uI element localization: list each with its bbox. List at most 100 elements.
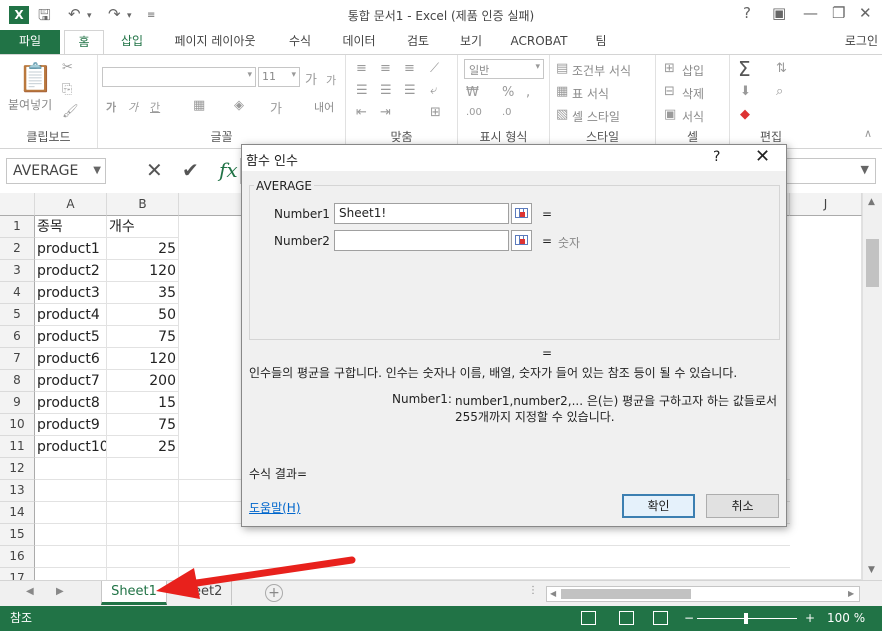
- tab-view[interactable]: 보기: [451, 30, 491, 54]
- find-select-icon[interactable]: ⌕: [776, 84, 783, 99]
- collapse-ribbon-icon[interactable]: ∧: [864, 127, 872, 140]
- empty-cell[interactable]: [35, 502, 107, 524]
- cell-style-label[interactable]: 셀 스타일: [572, 108, 620, 125]
- font-color-icon[interactable]: 가: [270, 98, 282, 117]
- row-header[interactable]: 11: [0, 436, 35, 458]
- zoom-out-icon[interactable]: −: [684, 606, 694, 631]
- vertical-scrollbar[interactable]: ▲ ▼: [862, 193, 882, 580]
- close-window-icon[interactable]: ✕: [859, 4, 872, 22]
- row-header[interactable]: 4: [0, 282, 35, 304]
- login-link[interactable]: 로그인: [845, 30, 878, 52]
- cell-b[interactable]: 120: [107, 348, 179, 370]
- cell-b[interactable]: 75: [107, 326, 179, 348]
- cell-a[interactable]: product1: [35, 238, 107, 260]
- cell-a[interactable]: product9: [35, 414, 107, 436]
- increase-indent-icon[interactable]: ⇥: [380, 105, 391, 120]
- paste-label[interactable]: 붙여넣기: [8, 96, 52, 113]
- tab-insert[interactable]: 삽입: [112, 30, 152, 54]
- empty-cell[interactable]: [107, 480, 179, 502]
- italic-icon[interactable]: 가: [128, 99, 138, 115]
- autosum-icon[interactable]: Σ: [738, 57, 751, 81]
- zoom-level[interactable]: 100 %: [827, 606, 865, 631]
- font-name-combo[interactable]: ▾: [102, 67, 256, 87]
- cell-b[interactable]: 200: [107, 370, 179, 392]
- wrap-text-icon[interactable]: ⤶: [430, 83, 437, 98]
- delete-cells-label[interactable]: 삭제: [682, 85, 704, 102]
- page-layout-view-icon[interactable]: [619, 611, 634, 625]
- more-options-icon[interactable]: ⋮: [528, 585, 538, 596]
- tab-home[interactable]: 홈: [64, 30, 104, 54]
- empty-cell[interactable]: [107, 502, 179, 524]
- dialog-close-button[interactable]: ✕: [755, 146, 770, 167]
- sheet-tab-sheet1[interactable]: Sheet1: [101, 581, 167, 605]
- tab-team[interactable]: 팀: [586, 30, 616, 54]
- cell-b[interactable]: 120: [107, 260, 179, 282]
- comma-icon[interactable]: ,: [526, 85, 530, 100]
- underline-icon[interactable]: 간: [150, 99, 160, 115]
- cell-a[interactable]: product6: [35, 348, 107, 370]
- tab-review[interactable]: 검토: [398, 30, 438, 54]
- row-header[interactable]: 3: [0, 260, 35, 282]
- help-link[interactable]: 도움말(H): [249, 499, 301, 516]
- bold-icon[interactable]: 가: [106, 99, 116, 115]
- scroll-right-icon[interactable]: ▶: [848, 589, 854, 598]
- empty-cell[interactable]: [35, 524, 107, 546]
- cut-icon[interactable]: ✂: [62, 60, 73, 75]
- tab-acrobat[interactable]: ACROBAT: [506, 30, 572, 54]
- decrease-decimal-icon[interactable]: .0: [502, 107, 512, 118]
- font-size-combo[interactable]: 11 ▾: [258, 67, 300, 87]
- tab-data[interactable]: 데이터: [337, 30, 381, 54]
- dialog-title-bar[interactable]: 함수 인수 ? ✕: [242, 145, 786, 171]
- cell-b[interactable]: 25: [107, 436, 179, 458]
- insert-cells-label[interactable]: 삽입: [682, 62, 704, 79]
- cell-style-icon[interactable]: ▧: [556, 107, 568, 122]
- cell-a[interactable]: product7: [35, 370, 107, 392]
- fill-icon[interactable]: ⬇: [740, 84, 751, 99]
- table-format-label[interactable]: 표 서식: [572, 85, 609, 102]
- cell-a[interactable]: product8: [35, 392, 107, 414]
- wrap-label[interactable]: 내어: [314, 99, 334, 115]
- paste-icon[interactable]: 📋: [18, 61, 53, 94]
- dialog-help-button[interactable]: ?: [713, 149, 720, 165]
- row-header[interactable]: 2: [0, 238, 35, 260]
- ok-button[interactable]: 확인: [622, 494, 695, 518]
- zoom-in-icon[interactable]: +: [805, 606, 815, 631]
- row-header[interactable]: 16: [0, 546, 35, 568]
- cell-a[interactable]: product2: [35, 260, 107, 282]
- align-bottom-icon[interactable]: ≡: [404, 61, 415, 76]
- empty-cell[interactable]: [107, 546, 179, 568]
- vertical-scroll-thumb[interactable]: [866, 239, 879, 287]
- grow-font-icon[interactable]: 가: [305, 69, 317, 88]
- next-sheet-icon[interactable]: ▶: [56, 586, 64, 597]
- currency-icon[interactable]: ₩: [466, 85, 479, 100]
- insert-cells-icon[interactable]: ⊞: [664, 61, 675, 76]
- row-header[interactable]: 9: [0, 392, 35, 414]
- cancel-button[interactable]: 취소: [706, 494, 779, 518]
- normal-view-icon[interactable]: [581, 611, 596, 625]
- format-painter-icon[interactable]: 🖌: [62, 104, 79, 119]
- scroll-up-icon[interactable]: ▲: [868, 197, 875, 207]
- number2-collapse-icon[interactable]: [511, 230, 532, 251]
- column-header[interactable]: B: [107, 193, 179, 216]
- tab-page-layout[interactable]: 페이지 레이아웃: [165, 30, 265, 54]
- align-left-icon[interactable]: ☰: [356, 83, 368, 98]
- conditional-format-label[interactable]: 조건부 서식: [572, 62, 631, 79]
- cell-b1[interactable]: 개수: [107, 216, 179, 238]
- copy-icon[interactable]: ⎘: [62, 82, 72, 97]
- number-format-combo[interactable]: 일반 ▾: [464, 59, 544, 79]
- conditional-format-icon[interactable]: ▤: [556, 61, 568, 76]
- clear-icon[interactable]: ◆: [740, 107, 750, 122]
- border-icon[interactable]: ▦: [193, 98, 205, 113]
- cell-a[interactable]: product10: [35, 436, 107, 458]
- minimize-icon[interactable]: —: [803, 4, 818, 22]
- help-button[interactable]: ?: [743, 4, 751, 22]
- table-format-icon[interactable]: ▦: [556, 84, 568, 99]
- cell-b[interactable]: 50: [107, 304, 179, 326]
- confirm-entry-icon[interactable]: ✔: [182, 158, 199, 182]
- cell-b[interactable]: 15: [107, 392, 179, 414]
- orientation-icon[interactable]: ⟋: [430, 61, 439, 76]
- expand-formula-icon[interactable]: ▼: [861, 163, 869, 176]
- align-top-icon[interactable]: ≡: [356, 61, 367, 76]
- row-header[interactable]: 17: [0, 568, 35, 580]
- row-header[interactable]: 7: [0, 348, 35, 370]
